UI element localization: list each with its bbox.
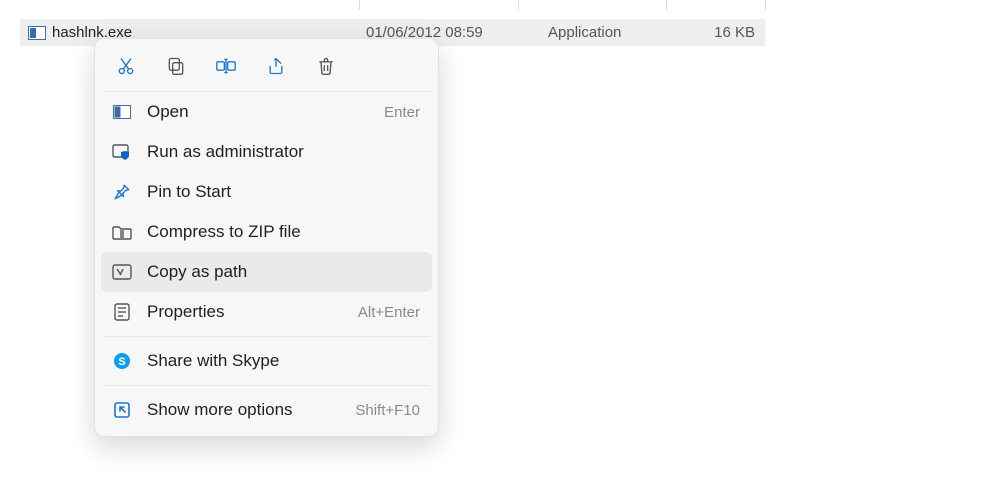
menu-run-admin[interactable]: Run as administrator	[101, 132, 432, 172]
menu-label: Compress to ZIP file	[147, 222, 420, 242]
context-toolbar	[101, 45, 432, 91]
separator	[103, 336, 430, 337]
skype-icon: S	[111, 350, 133, 372]
menu-pin-start[interactable]: Pin to Start	[101, 172, 432, 212]
rename-icon[interactable]	[215, 55, 237, 77]
menu-shortcut: Alt+Enter	[358, 304, 420, 321]
more-options-icon	[111, 399, 133, 421]
menu-label: Properties	[147, 302, 358, 322]
menu-open[interactable]: Open Enter	[101, 92, 432, 132]
separator	[103, 385, 430, 386]
menu-label: Show more options	[147, 400, 355, 420]
file-size: 16 KB	[714, 24, 755, 41]
menu-more-options[interactable]: Show more options Shift+F10	[101, 390, 432, 430]
menu-copy-path[interactable]: Copy as path	[101, 252, 432, 292]
menu-label: Pin to Start	[147, 182, 420, 202]
menu-shortcut: Shift+F10	[355, 402, 420, 419]
svg-text:S: S	[118, 356, 125, 368]
copy-icon[interactable]	[165, 55, 187, 77]
copy-path-icon	[111, 261, 133, 283]
file-type: Application	[548, 24, 621, 41]
properties-icon	[111, 301, 133, 323]
delete-icon[interactable]	[315, 55, 337, 77]
menu-compress-zip[interactable]: Compress to ZIP file	[101, 212, 432, 252]
menu-shortcut: Enter	[384, 104, 420, 121]
context-menu: Open Enter Run as administrator Pin to S…	[94, 38, 439, 437]
zip-icon	[111, 221, 133, 243]
menu-label: Run as administrator	[147, 142, 420, 162]
menu-properties[interactable]: Properties Alt+Enter	[101, 292, 432, 332]
menu-label: Open	[147, 102, 384, 122]
menu-label: Copy as path	[147, 262, 420, 282]
share-icon[interactable]	[265, 55, 287, 77]
cut-icon[interactable]	[115, 55, 137, 77]
admin-shield-icon	[111, 141, 133, 163]
menu-share-skype[interactable]: S Share with Skype	[101, 341, 432, 381]
pin-icon	[111, 181, 133, 203]
exe-icon	[28, 26, 46, 40]
menu-label: Share with Skype	[147, 351, 420, 371]
open-icon	[111, 101, 133, 123]
